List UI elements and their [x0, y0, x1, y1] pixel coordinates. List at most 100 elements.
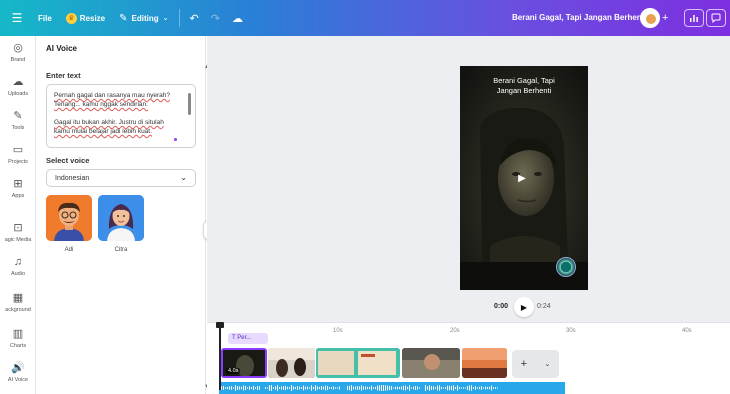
menu-icon[interactable]: ☰ [0, 11, 34, 25]
waveform-bar [383, 385, 384, 391]
waveform-bar [243, 385, 244, 391]
file-menu-button[interactable]: File [38, 14, 52, 23]
waveform-bar [299, 386, 300, 390]
rail-item-apps[interactable]: ⊞ Apps [0, 178, 36, 199]
playhead[interactable] [216, 322, 224, 390]
redo-icon[interactable]: ↷ [211, 12, 220, 25]
ai-voice-icon: 🔊 [11, 362, 25, 374]
waveform-bar [319, 386, 320, 390]
pen-tool-icon: ✎ [13, 110, 23, 122]
text-track-chip[interactable]: T Per... [228, 333, 268, 344]
apps-grid-icon: ⊞ [13, 178, 23, 190]
waveform-bar [449, 385, 450, 391]
waveform-bar [293, 386, 294, 390]
waveform-bar [397, 386, 398, 390]
waveform-bar [491, 385, 492, 391]
document-title[interactable]: Berani Gagal, Tapi Jangan Berhenti [512, 13, 647, 22]
waveform-bar [375, 386, 376, 390]
rail-item-charts[interactable]: ▥ Charts [0, 328, 36, 349]
chevron-down-icon: ⌄ [544, 361, 551, 368]
rail-item-uploads[interactable]: ☁ Uploads [0, 76, 36, 97]
timeline-clip[interactable] [316, 348, 400, 378]
timeline-clip[interactable] [402, 348, 460, 378]
language-select[interactable]: Indonesian ⌄ [46, 169, 196, 187]
waveform-bar [301, 387, 302, 389]
voice-card-adi[interactable] [46, 195, 92, 241]
waveform-bar [437, 385, 438, 391]
rail-item-brand[interactable]: ◎ Brand [0, 42, 36, 63]
add-clip-button[interactable]: + ⌄ [512, 350, 559, 378]
waveform-bar [447, 385, 448, 391]
waveform-bar [233, 387, 234, 389]
rail-label: Apps [11, 193, 25, 199]
waveform-bar [315, 385, 316, 391]
grammarly-dot-icon[interactable] [174, 138, 177, 141]
waveform-bar [305, 386, 306, 390]
waveform-bar [481, 386, 482, 390]
waveform-bar [311, 385, 312, 391]
waveform-bar [251, 386, 252, 390]
waveform-bar [413, 386, 414, 390]
timeline-clip[interactable] [462, 348, 507, 378]
waveform-bar [339, 386, 340, 390]
waveform-bar [313, 386, 314, 390]
voice-text-input[interactable]: Pernah gagal dan rasanya mau nyerah? Ten… [46, 84, 196, 148]
voice-name: Adi [64, 247, 74, 253]
waveform-bar [359, 386, 360, 390]
user-avatar[interactable] [640, 8, 660, 28]
ruler-label: 10s [333, 328, 343, 334]
rail-label: Brand [10, 57, 26, 63]
waveform-bar [387, 385, 388, 391]
waveform-bar [495, 387, 496, 389]
audio-track[interactable] [219, 382, 565, 394]
waveform-bar [435, 387, 436, 389]
analytics-icon[interactable] [684, 9, 704, 27]
rail-item-magic-media[interactable]: ⊡ agic Media [0, 222, 36, 243]
waveform-bar [295, 386, 296, 390]
waveform-bar [417, 386, 418, 390]
rail-item-tools[interactable]: ✎ Tools [0, 110, 36, 131]
play-overlay-icon[interactable]: ▶ [509, 167, 535, 189]
resize-button[interactable]: ♛ Resize [65, 12, 105, 24]
rail-item-audio[interactable]: ♫ Audio [0, 256, 36, 277]
clip-duration: 4.0s [226, 368, 241, 374]
waveform-bar [429, 385, 430, 391]
clip-thumbnail [316, 348, 400, 378]
waveform-bar [335, 387, 336, 389]
waveform-bar [483, 387, 484, 389]
waveform-bar [457, 385, 458, 391]
waveform-bar [411, 387, 412, 389]
pencil-icon: ✎ [119, 12, 128, 24]
waveform-bar [317, 386, 318, 390]
waveform-bar [223, 386, 224, 390]
waveform-bar [473, 387, 474, 389]
voice-card-citra[interactable] [98, 195, 144, 241]
waveform-bar [419, 387, 420, 389]
editing-mode-button[interactable]: ✎ Editing ⌄ [119, 13, 168, 24]
cloud-save-icon[interactable]: ☁ [232, 12, 243, 25]
waveform-bar [403, 385, 404, 391]
timeline-clip[interactable]: 4.0s [221, 348, 267, 378]
frame-title-line: Berani Gagal, Tapi [493, 76, 555, 85]
waveform-bar [395, 386, 396, 390]
rail-item-ai-voice[interactable]: 🔊 AI Voice [0, 362, 36, 383]
waveform-bar [453, 385, 454, 391]
editing-label: Editing [131, 13, 159, 23]
waveform-bar [353, 386, 354, 390]
crown-icon: ♛ [65, 12, 77, 24]
text-line: Pernah gagal dan rasanya mau nyerah? [54, 92, 170, 99]
undo-icon[interactable]: ↶ [190, 12, 199, 25]
plus-icon[interactable]: + [662, 12, 668, 24]
rail-item-background[interactable]: ▦ ackground [0, 292, 36, 313]
timeline-clip[interactable] [268, 348, 315, 378]
waveform-bar [469, 385, 470, 391]
folder-icon: ▭ [12, 144, 24, 156]
waveform-bar [487, 386, 488, 390]
text-chip-label: Per... [237, 335, 252, 341]
textbox-scrollbar[interactable] [188, 93, 191, 115]
play-button[interactable]: ▶ [514, 297, 534, 317]
comment-icon[interactable] [706, 9, 726, 27]
ai-voice-panel: AI Voice Enter text Pernah gagal dan ras… [36, 36, 210, 394]
rail-item-projects[interactable]: ▭ Projects [0, 144, 36, 165]
divider [178, 9, 180, 27]
